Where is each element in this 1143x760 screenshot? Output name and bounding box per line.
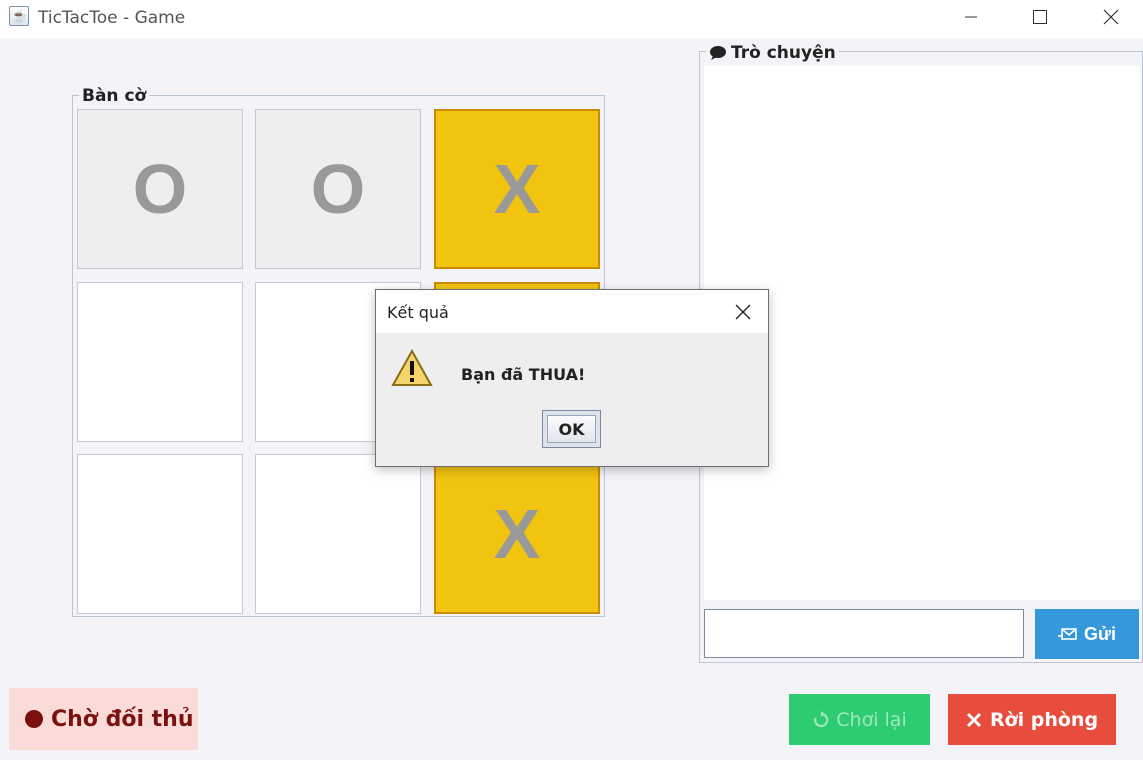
minimize-icon <box>965 16 977 18</box>
send-label: Gửi <box>1083 623 1117 644</box>
close-icon <box>735 304 751 320</box>
close-window-button[interactable] <box>1088 0 1134 34</box>
send-button[interactable]: Gửi <box>1035 609 1139 659</box>
close-x-icon <box>966 712 981 727</box>
status-badge: Chờ đối thủ <box>9 688 198 750</box>
board-cell[interactable]: X <box>434 109 600 269</box>
board-cell[interactable] <box>77 282 243 442</box>
maximize-icon <box>1033 10 1047 24</box>
dialog-title: Kết quả <box>387 303 449 322</box>
dialog-message: Bạn đã THUA! <box>461 365 586 384</box>
chat-legend-label: Trò chuyện <box>731 43 836 63</box>
board-legend: Bàn cờ <box>79 86 150 106</box>
ok-button[interactable]: OK <box>542 410 601 448</box>
board-cell[interactable]: O <box>77 109 243 269</box>
board-cell[interactable]: X <box>434 454 600 614</box>
window-titlebar: ☕ TicTacToe - Game <box>0 0 1143 38</box>
board-cell[interactable] <box>255 454 421 614</box>
send-icon <box>1057 628 1077 640</box>
replay-button[interactable]: Chơi lại <box>789 694 930 745</box>
close-icon <box>1103 9 1119 25</box>
warning-icon <box>391 348 433 386</box>
dialog-titlebar: Kết quả <box>376 290 768 333</box>
replay-icon <box>814 710 829 727</box>
maximize-button[interactable] <box>1017 0 1063 34</box>
result-dialog: Kết quả Bạn đã THUA! OK <box>375 289 769 467</box>
minimize-button[interactable] <box>948 0 994 34</box>
replay-label: Chơi lại <box>836 708 907 731</box>
status-dot-icon <box>25 710 43 728</box>
leave-room-button[interactable]: Rời phòng <box>948 694 1116 745</box>
chat-input[interactable] <box>704 609 1024 658</box>
chat-legend: Trò chuyện <box>706 43 839 63</box>
board-cell[interactable] <box>77 454 243 614</box>
leave-label: Rời phòng <box>989 708 1099 731</box>
speech-bubble-icon <box>710 46 726 60</box>
ok-label: OK <box>547 415 596 443</box>
chat-messages-area[interactable] <box>704 66 1140 600</box>
status-label: Chờ đối thủ <box>51 706 194 732</box>
board-cell[interactable]: O <box>255 109 421 269</box>
java-app-icon: ☕ <box>9 6 29 26</box>
dialog-close-button[interactable] <box>728 298 758 326</box>
window-title: TicTacToe - Game <box>38 8 186 28</box>
